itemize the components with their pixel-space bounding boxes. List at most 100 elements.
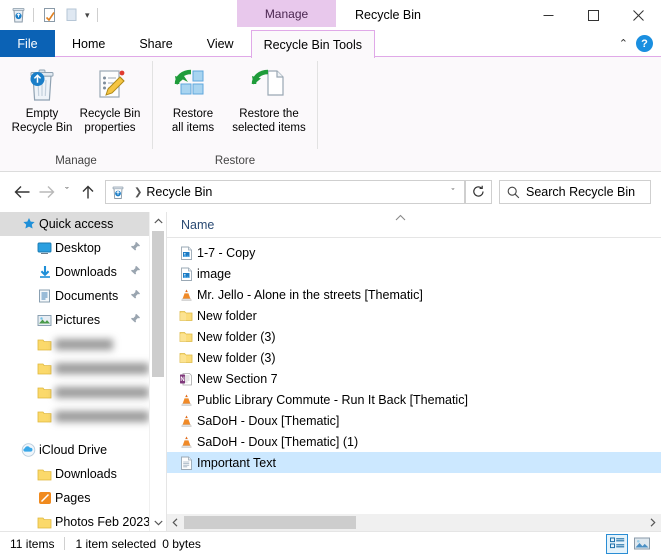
ribbon-tab-strip: File Home Share View Recycle Bin Tools ⌃… — [0, 30, 661, 58]
tab-share[interactable]: Share — [122, 30, 189, 57]
sidebar-item-redacted-1[interactable] — [0, 332, 149, 356]
hscroll-right-button[interactable] — [644, 514, 661, 531]
ribbon-group-divider-2 — [317, 61, 318, 149]
large-icons-view-button[interactable] — [631, 534, 653, 554]
breadcrumb-dropdown-caret-icon[interactable]: ˇ — [442, 187, 464, 197]
item-count-label: 11 items — [10, 536, 55, 551]
documents-icon — [34, 289, 55, 303]
maximize-button[interactable] — [571, 0, 616, 30]
new-folder-icon[interactable] — [60, 4, 82, 26]
sidebar-item-label-redacted — [55, 386, 149, 398]
sidebar-item-documents[interactable]: Documents — [0, 284, 149, 308]
downloads-arrow-icon — [34, 265, 55, 279]
folder-icon — [34, 516, 55, 529]
sidebar-item-pages[interactable]: Pages — [0, 486, 149, 510]
hscroll-thumb[interactable] — [184, 516, 356, 529]
tab-recycle-bin-tools[interactable]: Recycle Bin Tools — [250, 30, 376, 58]
sidebar-item-icloud-downloads[interactable]: Downloads — [0, 462, 149, 486]
table-row[interactable]: Public Library Commute - Run It Back [Th… — [167, 389, 661, 410]
qat-divider-2 — [96, 8, 98, 22]
sidebar-item-desktop[interactable]: Desktop — [0, 236, 149, 260]
pin-icon[interactable] — [130, 265, 141, 279]
sidebar-item-redacted-2[interactable] — [0, 356, 149, 380]
navigation-pane-scrollbar[interactable] — [149, 212, 166, 531]
ribbon-group-label-manage: Manage — [55, 155, 97, 167]
text-file-icon — [175, 456, 197, 470]
search-box[interactable]: Search Recycle Bin — [499, 180, 651, 204]
qat-customize-caret-icon[interactable]: ▾ — [82, 10, 93, 21]
table-row[interactable]: image — [167, 263, 661, 284]
scroll-up-button[interactable] — [150, 212, 166, 229]
properties-icon[interactable] — [38, 4, 60, 26]
table-row[interactable]: SaDoH - Doux [Thematic] — [167, 410, 661, 431]
pages-app-icon — [34, 491, 55, 505]
hscroll-track[interactable] — [184, 514, 644, 531]
label-line-2: properties — [84, 122, 136, 134]
file-name: SaDoH - Doux [Thematic] (1) — [197, 434, 359, 449]
breadcrumb-separator-icon[interactable]: ❯ — [130, 187, 146, 198]
restore-all-items-button[interactable]: Restore all items — [159, 65, 227, 135]
tab-view[interactable]: View — [190, 30, 251, 57]
table-row[interactable]: New folder (3) — [167, 326, 661, 347]
ribbon-group-label-restore: Restore — [214, 155, 256, 167]
minimize-button[interactable] — [526, 0, 571, 30]
file-name: Important Text — [197, 455, 276, 470]
details-view-button[interactable] — [606, 533, 628, 554]
table-row[interactable]: Mr. Jello - Alone in the streets [Themat… — [167, 284, 661, 305]
hscroll-left-button[interactable] — [167, 514, 184, 531]
title-bar: ▾ Manage Recycle Bin — [0, 0, 661, 30]
recycle-bin-properties-button[interactable]: Recycle Bin properties — [76, 65, 144, 135]
scrollbar-track[interactable] — [150, 229, 166, 514]
label-line-1: Restore the — [239, 108, 299, 120]
sidebar-item-redacted-3[interactable] — [0, 380, 149, 404]
empty-recycle-bin-label: Empty Recycle Bin — [12, 107, 73, 135]
scroll-down-button[interactable] — [150, 514, 166, 531]
empty-recycle-bin-button[interactable]: Empty Recycle Bin — [8, 65, 76, 135]
help-icon[interactable]: ? — [636, 35, 653, 52]
back-button[interactable] — [10, 178, 34, 206]
forward-button[interactable] — [34, 178, 58, 206]
up-button[interactable] — [76, 178, 100, 206]
refresh-button[interactable] — [466, 180, 492, 204]
table-row[interactable]: Important Text — [167, 452, 661, 473]
table-row[interactable]: SaDoH - Doux [Thematic] (1) — [167, 431, 661, 452]
column-header-name[interactable]: Name — [167, 218, 214, 232]
pin-icon[interactable] — [130, 289, 141, 303]
close-button[interactable] — [616, 0, 661, 30]
view-mode-buttons — [606, 533, 657, 554]
tab-file[interactable]: File — [0, 30, 55, 57]
table-row[interactable]: 1-7 - Copy — [167, 242, 661, 263]
tab-home[interactable]: Home — [55, 30, 122, 57]
file-name: New folder (3) — [197, 350, 276, 365]
label-line-2: Recycle Bin — [11, 122, 73, 134]
sidebar-item-photos-feb-2023[interactable]: Photos Feb 2023 — [0, 510, 149, 531]
star-pin-icon — [18, 217, 39, 231]
recent-locations-caret-icon[interactable]: ˇ — [58, 178, 76, 206]
pin-icon[interactable] — [130, 313, 141, 327]
restore-selected-items-button[interactable]: Restore the selected items — [227, 65, 311, 135]
folder-icon — [34, 386, 55, 399]
file-name: New folder — [197, 308, 257, 323]
restore-selected-items-label: Restore the selected items — [232, 107, 306, 135]
recycle-bin-icon — [25, 67, 59, 103]
vlc-media-icon — [175, 288, 197, 302]
breadcrumb-path[interactable]: Recycle Bin — [146, 185, 212, 199]
folder-icon — [34, 468, 55, 481]
qat-divider-1 — [33, 8, 34, 22]
pin-icon[interactable] — [130, 241, 141, 255]
file-list-horizontal-scrollbar[interactable] — [167, 514, 661, 531]
recycle-bin-icon[interactable] — [7, 4, 29, 26]
sidebar-item-pictures[interactable]: Pictures — [0, 308, 149, 332]
navigation-pane-scroll-area: Quick access Desktop Downloads Documents… — [0, 212, 149, 531]
search-input[interactable]: Search Recycle Bin — [526, 185, 635, 199]
sidebar-item-icloud-drive[interactable]: iCloud Drive — [0, 438, 149, 462]
table-row[interactable]: New folder (3) — [167, 347, 661, 368]
collapse-ribbon-icon[interactable]: ⌃ — [619, 37, 628, 50]
table-row[interactable]: N New Section 7 — [167, 368, 661, 389]
sidebar-item-redacted-4[interactable] — [0, 404, 149, 428]
table-row[interactable]: New folder — [167, 305, 661, 326]
sidebar-item-quick-access[interactable]: Quick access — [0, 212, 149, 236]
scrollbar-thumb[interactable] — [152, 231, 164, 377]
sidebar-item-downloads[interactable]: Downloads — [0, 260, 149, 284]
breadcrumb[interactable]: ❯ Recycle Bin ˇ — [105, 180, 466, 204]
